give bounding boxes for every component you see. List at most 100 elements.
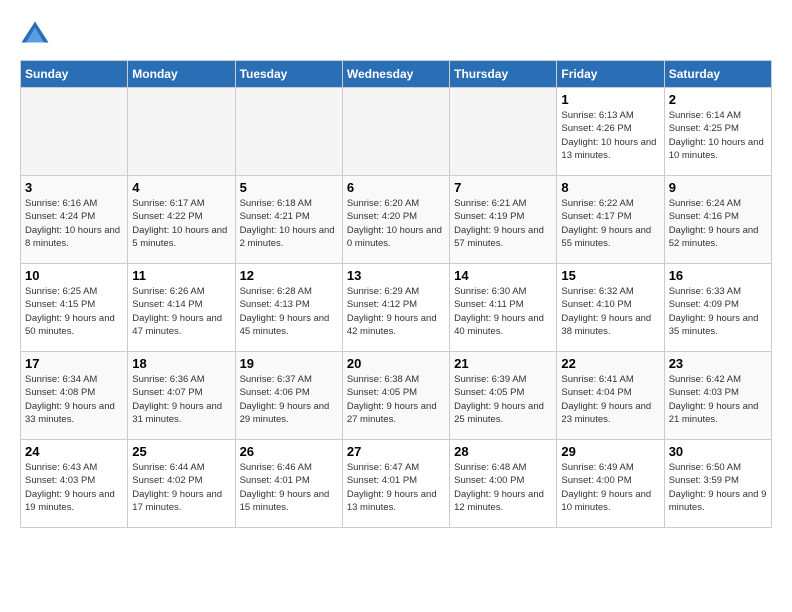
day-number: 8: [561, 180, 659, 195]
weekday-header: Wednesday: [342, 61, 449, 88]
day-info: Sunrise: 6:39 AM Sunset: 4:05 PM Dayligh…: [454, 373, 552, 426]
day-info: Sunrise: 6:46 AM Sunset: 4:01 PM Dayligh…: [240, 461, 338, 514]
calendar-cell: [128, 88, 235, 176]
weekday-header: Monday: [128, 61, 235, 88]
day-info: Sunrise: 6:18 AM Sunset: 4:21 PM Dayligh…: [240, 197, 338, 250]
calendar-cell: 25 Sunrise: 6:44 AM Sunset: 4:02 PM Dayli…: [128, 440, 235, 528]
calendar-cell: 10 Sunrise: 6:25 AM Sunset: 4:15 PM Dayli…: [21, 264, 128, 352]
day-number: 4: [132, 180, 230, 195]
calendar-cell: 11 Sunrise: 6:26 AM Sunset: 4:14 PM Dayli…: [128, 264, 235, 352]
day-number: 27: [347, 444, 445, 459]
day-number: 9: [669, 180, 767, 195]
calendar-cell: 16 Sunrise: 6:33 AM Sunset: 4:09 PM Dayli…: [664, 264, 771, 352]
day-number: 23: [669, 356, 767, 371]
day-number: 6: [347, 180, 445, 195]
day-info: Sunrise: 6:50 AM Sunset: 3:59 PM Dayligh…: [669, 461, 767, 514]
calendar-cell: 29 Sunrise: 6:49 AM Sunset: 4:00 PM Dayli…: [557, 440, 664, 528]
day-number: 25: [132, 444, 230, 459]
day-number: 30: [669, 444, 767, 459]
day-number: 21: [454, 356, 552, 371]
day-number: 10: [25, 268, 123, 283]
day-info: Sunrise: 6:17 AM Sunset: 4:22 PM Dayligh…: [132, 197, 230, 250]
calendar-cell: 26 Sunrise: 6:46 AM Sunset: 4:01 PM Dayli…: [235, 440, 342, 528]
calendar-cell: [342, 88, 449, 176]
day-info: Sunrise: 6:28 AM Sunset: 4:13 PM Dayligh…: [240, 285, 338, 338]
day-info: Sunrise: 6:14 AM Sunset: 4:25 PM Dayligh…: [669, 109, 767, 162]
calendar-week-row: 17 Sunrise: 6:34 AM Sunset: 4:08 PM Dayli…: [21, 352, 772, 440]
day-number: 22: [561, 356, 659, 371]
day-info: Sunrise: 6:21 AM Sunset: 4:19 PM Dayligh…: [454, 197, 552, 250]
day-info: Sunrise: 6:34 AM Sunset: 4:08 PM Dayligh…: [25, 373, 123, 426]
weekday-header: Friday: [557, 61, 664, 88]
day-number: 11: [132, 268, 230, 283]
day-number: 3: [25, 180, 123, 195]
day-number: 26: [240, 444, 338, 459]
calendar-cell: 23 Sunrise: 6:42 AM Sunset: 4:03 PM Dayli…: [664, 352, 771, 440]
calendar-cell: 2 Sunrise: 6:14 AM Sunset: 4:25 PM Daylig…: [664, 88, 771, 176]
calendar-cell: 8Sunrise: 6:22 AM Sunset: 4:17 PM Daylig…: [557, 176, 664, 264]
calendar-cell: 30 Sunrise: 6:50 AM Sunset: 3:59 PM Dayli…: [664, 440, 771, 528]
day-number: 28: [454, 444, 552, 459]
day-info: Sunrise: 6:47 AM Sunset: 4:01 PM Dayligh…: [347, 461, 445, 514]
calendar-cell: 28Sunrise: 6:48 AM Sunset: 4:00 PM Dayli…: [450, 440, 557, 528]
calendar-week-row: 1Sunrise: 6:13 AM Sunset: 4:26 PM Daylig…: [21, 88, 772, 176]
logo-icon: [20, 20, 50, 50]
calendar-week-row: 3 Sunrise: 6:16 AM Sunset: 4:24 PM Daylig…: [21, 176, 772, 264]
weekday-header: Sunday: [21, 61, 128, 88]
calendar-week-row: 10 Sunrise: 6:25 AM Sunset: 4:15 PM Dayli…: [21, 264, 772, 352]
day-info: Sunrise: 6:24 AM Sunset: 4:16 PM Dayligh…: [669, 197, 767, 250]
day-info: Sunrise: 6:16 AM Sunset: 4:24 PM Dayligh…: [25, 197, 123, 250]
day-info: Sunrise: 6:26 AM Sunset: 4:14 PM Dayligh…: [132, 285, 230, 338]
calendar-cell: 27 Sunrise: 6:47 AM Sunset: 4:01 PM Dayli…: [342, 440, 449, 528]
calendar-cell: 17 Sunrise: 6:34 AM Sunset: 4:08 PM Dayli…: [21, 352, 128, 440]
calendar-cell: 18 Sunrise: 6:36 AM Sunset: 4:07 PM Dayli…: [128, 352, 235, 440]
calendar-cell: 24Sunrise: 6:43 AM Sunset: 4:03 PM Dayli…: [21, 440, 128, 528]
calendar-week-row: 24Sunrise: 6:43 AM Sunset: 4:03 PM Dayli…: [21, 440, 772, 528]
calendar-cell: 14 Sunrise: 6:30 AM Sunset: 4:11 PM Dayli…: [450, 264, 557, 352]
calendar-cell: [235, 88, 342, 176]
calendar-cell: 4 Sunrise: 6:17 AM Sunset: 4:22 PM Daylig…: [128, 176, 235, 264]
day-number: 17: [25, 356, 123, 371]
day-info: Sunrise: 6:44 AM Sunset: 4:02 PM Dayligh…: [132, 461, 230, 514]
day-info: Sunrise: 6:29 AM Sunset: 4:12 PM Dayligh…: [347, 285, 445, 338]
calendar-header-row: SundayMondayTuesdayWednesdayThursdayFrid…: [21, 61, 772, 88]
day-number: 13: [347, 268, 445, 283]
day-info: Sunrise: 6:42 AM Sunset: 4:03 PM Dayligh…: [669, 373, 767, 426]
day-info: Sunrise: 6:36 AM Sunset: 4:07 PM Dayligh…: [132, 373, 230, 426]
weekday-header: Thursday: [450, 61, 557, 88]
day-info: Sunrise: 6:20 AM Sunset: 4:20 PM Dayligh…: [347, 197, 445, 250]
day-info: Sunrise: 6:38 AM Sunset: 4:05 PM Dayligh…: [347, 373, 445, 426]
weekday-header: Saturday: [664, 61, 771, 88]
calendar-cell: [21, 88, 128, 176]
day-number: 2: [669, 92, 767, 107]
day-info: Sunrise: 6:33 AM Sunset: 4:09 PM Dayligh…: [669, 285, 767, 338]
calendar-table: SundayMondayTuesdayWednesdayThursdayFrid…: [20, 60, 772, 528]
day-info: Sunrise: 6:41 AM Sunset: 4:04 PM Dayligh…: [561, 373, 659, 426]
calendar-cell: 21 Sunrise: 6:39 AM Sunset: 4:05 PM Dayli…: [450, 352, 557, 440]
day-number: 5: [240, 180, 338, 195]
weekday-header: Tuesday: [235, 61, 342, 88]
day-info: Sunrise: 6:37 AM Sunset: 4:06 PM Dayligh…: [240, 373, 338, 426]
day-number: 18: [132, 356, 230, 371]
calendar-cell: 13 Sunrise: 6:29 AM Sunset: 4:12 PM Dayli…: [342, 264, 449, 352]
day-info: Sunrise: 6:25 AM Sunset: 4:15 PM Dayligh…: [25, 285, 123, 338]
calendar-cell: [450, 88, 557, 176]
logo: [20, 20, 54, 50]
day-number: 7: [454, 180, 552, 195]
day-number: 20: [347, 356, 445, 371]
page-header: [20, 20, 772, 50]
day-number: 29: [561, 444, 659, 459]
day-info: Sunrise: 6:13 AM Sunset: 4:26 PM Dayligh…: [561, 109, 659, 162]
calendar-cell: 12 Sunrise: 6:28 AM Sunset: 4:13 PM Dayli…: [235, 264, 342, 352]
day-number: 14: [454, 268, 552, 283]
calendar-cell: 9 Sunrise: 6:24 AM Sunset: 4:16 PM Daylig…: [664, 176, 771, 264]
day-number: 15: [561, 268, 659, 283]
day-info: Sunrise: 6:32 AM Sunset: 4:10 PM Dayligh…: [561, 285, 659, 338]
calendar-cell: 15 Sunrise: 6:32 AM Sunset: 4:10 PM Dayli…: [557, 264, 664, 352]
calendar-cell: 22 Sunrise: 6:41 AM Sunset: 4:04 PM Dayli…: [557, 352, 664, 440]
day-info: Sunrise: 6:30 AM Sunset: 4:11 PM Dayligh…: [454, 285, 552, 338]
day-number: 12: [240, 268, 338, 283]
day-number: 16: [669, 268, 767, 283]
day-info: Sunrise: 6:49 AM Sunset: 4:00 PM Dayligh…: [561, 461, 659, 514]
calendar-cell: 6 Sunrise: 6:20 AM Sunset: 4:20 PM Daylig…: [342, 176, 449, 264]
